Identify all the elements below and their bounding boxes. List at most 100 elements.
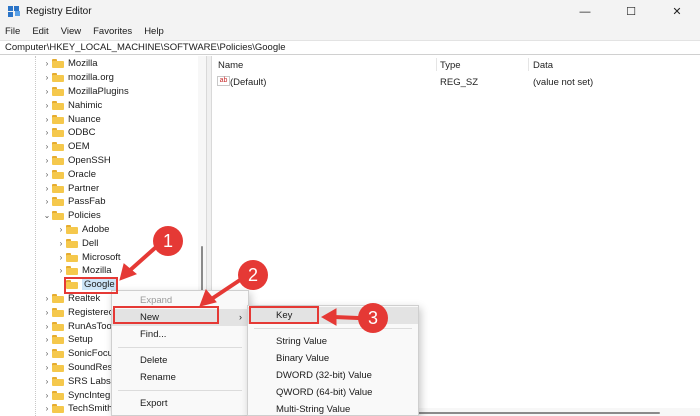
tree-node-label: PassFab	[68, 196, 106, 208]
tree-node[interactable]: › ODBC	[42, 126, 96, 140]
chevron-right-icon[interactable]: ›	[42, 308, 52, 317]
tree-guide-line	[35, 56, 36, 416]
tree-node[interactable]: › Adobe	[56, 223, 110, 237]
maximize-button[interactable]: ☐	[608, 0, 654, 23]
column-divider[interactable]	[436, 58, 437, 71]
tree-node[interactable]: › Partner	[42, 181, 100, 195]
menu-help[interactable]: Help	[144, 26, 164, 37]
column-header-data[interactable]: Data	[533, 60, 553, 71]
menu-item-export[interactable]: Export	[112, 395, 248, 412]
menu-item-permissions[interactable]: Permissions...	[112, 412, 248, 416]
chevron-right-icon[interactable]: ›	[56, 266, 66, 275]
tree-node[interactable]: › OEM	[42, 140, 90, 154]
chevron-right-icon[interactable]: ›	[56, 239, 66, 248]
chevron-right-icon[interactable]: ›	[42, 377, 52, 386]
column-header-type[interactable]: Type	[440, 60, 461, 71]
menu-favorites[interactable]: Favorites	[93, 26, 132, 37]
menu-edit[interactable]: Edit	[32, 26, 48, 37]
tree-node-label: Dell	[82, 237, 99, 249]
tree-node[interactable]: › Nuance	[42, 112, 101, 126]
chevron-right-icon[interactable]: ›	[42, 322, 52, 331]
column-header-name[interactable]: Name	[218, 60, 243, 71]
value-type: REG_SZ	[440, 77, 479, 88]
tree-node[interactable]: › SoundRes	[42, 361, 113, 375]
menu-item-find[interactable]: Find...	[112, 326, 248, 343]
folder-icon	[52, 335, 64, 345]
chevron-right-icon[interactable]: ›	[42, 128, 52, 137]
list-horizontal-scrollbar[interactable]	[380, 408, 700, 416]
tree-node[interactable]: › SRS Labs	[42, 374, 111, 388]
tree-node[interactable]: › Registerec	[42, 305, 114, 319]
tree-node[interactable]: › mozilla.org	[42, 71, 114, 85]
tree-node[interactable]: › PassFab	[42, 195, 106, 209]
chevron-right-icon[interactable]: ›	[42, 391, 52, 400]
menu-item-multi-string-value[interactable]: Multi-String Value	[248, 401, 418, 416]
menu-item-string-value[interactable]: String Value	[248, 333, 418, 350]
string-value-icon: ab	[217, 76, 230, 86]
list-scroll-thumb[interactable]	[400, 412, 660, 414]
tree-node[interactable]: › Oracle	[42, 167, 96, 181]
tree-node[interactable]: › RunAsToo	[42, 319, 112, 333]
folder-icon	[52, 100, 64, 110]
folder-icon	[52, 183, 64, 193]
menu-item-delete[interactable]: Delete	[112, 352, 248, 369]
menu-item-label: Delete	[140, 355, 168, 366]
table-row[interactable]: ab (Default) REG_SZ (value not set)	[212, 74, 700, 90]
chevron-right-icon[interactable]: ›	[42, 197, 52, 206]
minimize-button[interactable]: —	[562, 0, 608, 23]
tree-node-label: MozillaPlugins	[68, 85, 129, 97]
menu-item-binary-value[interactable]: Binary Value	[248, 350, 418, 367]
tree-node[interactable]: › Microsoft	[56, 250, 121, 264]
chevron-right-icon[interactable]: ›	[42, 294, 52, 303]
tree-node[interactable]: › MozillaPlugins	[42, 85, 129, 99]
chevron-right-icon[interactable]: ›	[42, 363, 52, 372]
chevron-right-icon[interactable]: ›	[42, 404, 52, 413]
highlight-box-key	[249, 306, 319, 324]
tree-node-label: Partner	[68, 182, 100, 194]
tree-node-label: Adobe	[82, 223, 110, 235]
menu-item-qword-64-bit-value[interactable]: QWORD (64-bit) Value	[248, 384, 418, 401]
tree-node[interactable]: › Dell	[56, 236, 99, 250]
folder-icon	[52, 128, 64, 138]
chevron-right-icon[interactable]: ›	[42, 142, 52, 151]
tree-node-label: Setup	[68, 334, 93, 346]
chevron-right-icon[interactable]: ›	[42, 170, 52, 179]
callout-1: 1	[153, 226, 183, 256]
chevron-right-icon: ›	[239, 312, 242, 322]
chevron-right-icon[interactable]: ›	[42, 87, 52, 96]
tree-node[interactable]: › SonicFocu	[42, 347, 113, 361]
value-data: (value not set)	[533, 77, 594, 88]
tree-node-label: OEM	[68, 141, 90, 153]
column-divider[interactable]	[528, 58, 529, 71]
callout-2: 2	[238, 260, 268, 290]
tree-node[interactable]: ⌄ Policies	[42, 209, 101, 223]
chevron-right-icon[interactable]: ›	[56, 225, 66, 234]
tree-node[interactable]: › Mozilla	[42, 57, 98, 71]
menu-item-dword-32-bit-value[interactable]: DWORD (32-bit) Value	[248, 367, 418, 384]
tree-node[interactable]: › OpenSSH	[42, 154, 111, 168]
tree-node[interactable]: › Mozilla	[56, 264, 112, 278]
tree-node[interactable]: › TechSmith	[42, 402, 113, 416]
folder-icon	[52, 321, 64, 331]
highlight-box-google	[64, 277, 118, 294]
folder-icon	[66, 238, 78, 248]
tree-node[interactable]: › Nahimic	[42, 98, 103, 112]
menu-item-rename[interactable]: Rename	[112, 369, 248, 386]
tree-node[interactable]: › SyncInteg	[42, 388, 111, 402]
chevron-right-icon[interactable]: ›	[42, 349, 52, 358]
close-button[interactable]: ✕	[654, 0, 700, 23]
chevron-right-icon[interactable]: ›	[42, 156, 52, 165]
chevron-right-icon[interactable]: ›	[42, 115, 52, 124]
tree-node[interactable]: › Setup	[42, 333, 93, 347]
chevron-right-icon[interactable]: ›	[42, 59, 52, 68]
menu-view[interactable]: View	[61, 26, 81, 37]
menu-item-label: QWORD (64-bit) Value	[276, 387, 373, 398]
chevron-right-icon[interactable]: ›	[42, 335, 52, 344]
address-bar[interactable]: Computer\HKEY_LOCAL_MACHINE\SOFTWARE\Pol…	[0, 40, 700, 55]
menu-file[interactable]: File	[5, 26, 20, 37]
chevron-down-icon[interactable]: ⌄	[42, 211, 52, 220]
chevron-right-icon[interactable]: ›	[56, 253, 66, 262]
chevron-right-icon[interactable]: ›	[42, 101, 52, 110]
chevron-right-icon[interactable]: ›	[42, 184, 52, 193]
chevron-right-icon[interactable]: ›	[42, 73, 52, 82]
